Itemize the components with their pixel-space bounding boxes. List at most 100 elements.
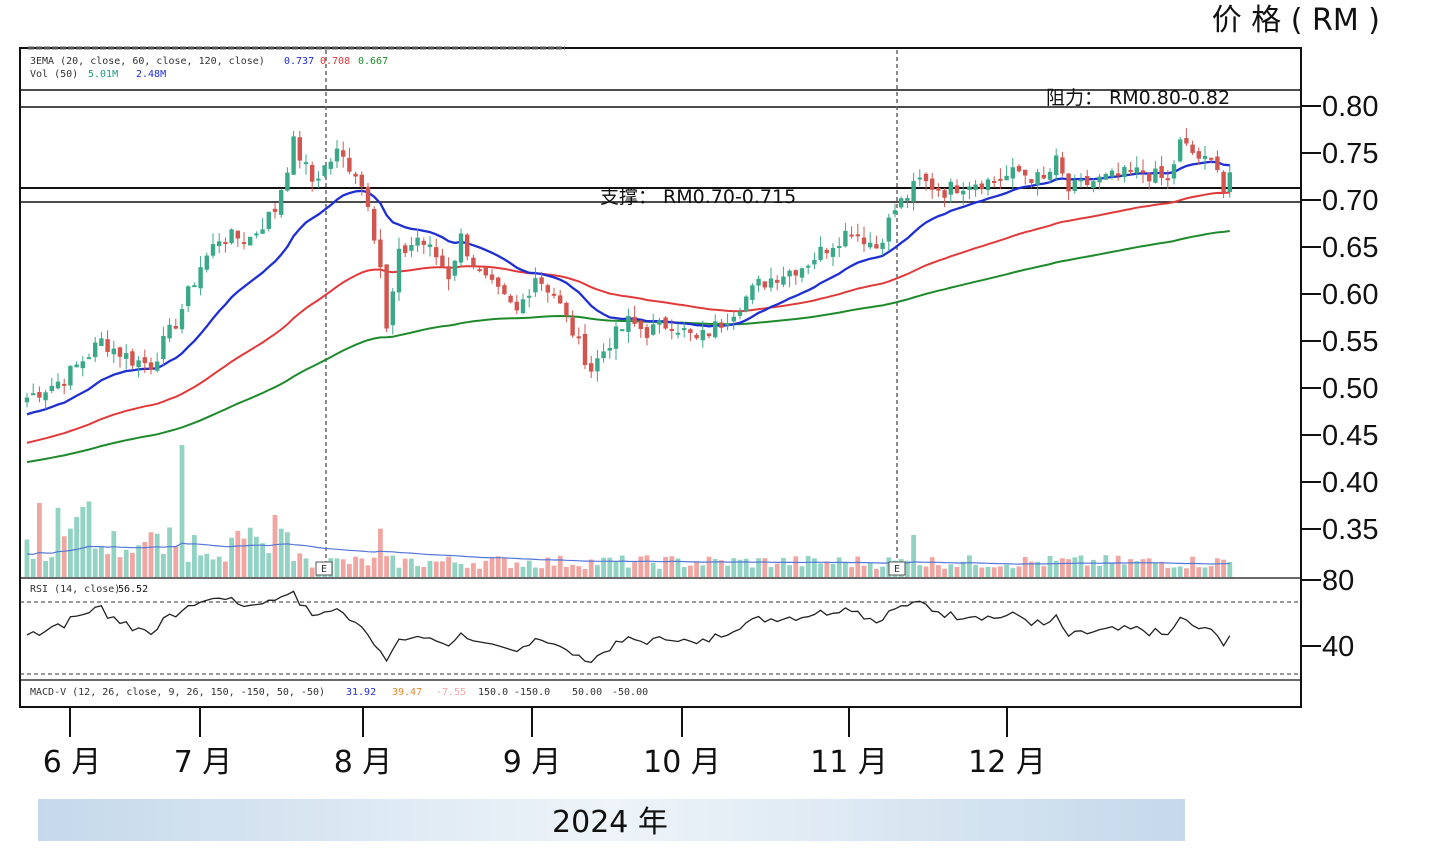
price-tick-label: 0.80 <box>1322 91 1378 123</box>
volume-bar <box>409 558 414 577</box>
volume-bar <box>272 515 278 577</box>
volume-bar <box>818 563 823 577</box>
volume-bar <box>154 533 160 577</box>
price-tick-label: 0.70 <box>1322 185 1378 217</box>
volume-bar <box>1177 566 1183 577</box>
month-tick-label: 8 月 <box>334 745 393 780</box>
volume-bar <box>390 555 396 577</box>
price-axis: 0.80 0.75 0.70 0.65 0.60 0.55 0.50 0.45 0.40 0.35 <box>1301 91 1378 546</box>
volume-bar <box>774 563 780 577</box>
volume-bar <box>781 557 786 577</box>
ema120-value: 0.667 <box>358 56 388 67</box>
volume-bar <box>229 537 234 577</box>
volume-bar <box>136 545 141 577</box>
volume-bar <box>1221 559 1226 577</box>
rsi-value: 56.52 <box>118 584 148 595</box>
volume-bar <box>198 555 203 577</box>
volume-bar <box>1165 567 1171 577</box>
volume-bar <box>991 567 997 577</box>
volume-bar <box>1066 559 1071 577</box>
volume-bar <box>1010 568 1016 577</box>
price-tick-label: 0.55 <box>1322 326 1378 358</box>
volume-bar <box>415 565 420 577</box>
volume-bar <box>192 535 197 577</box>
volume-bar <box>657 568 662 577</box>
volume-bar <box>117 557 123 577</box>
volume-bar <box>731 558 737 577</box>
volume-bar <box>452 562 458 577</box>
volume-bar <box>1103 555 1109 577</box>
volume-bar <box>595 565 600 577</box>
volume-bar <box>458 563 464 577</box>
volume-bar <box>1159 561 1164 577</box>
volume-bar <box>1016 566 1022 577</box>
price-tick-label: 0.75 <box>1322 138 1378 170</box>
volume-bar <box>514 562 520 577</box>
volume-bar <box>489 557 495 577</box>
volume-bar <box>1208 566 1214 577</box>
volume-bar <box>111 531 117 577</box>
volume-bar <box>1078 555 1084 577</box>
volume-bar <box>446 556 451 577</box>
volume-bar <box>291 560 296 577</box>
volume-bar <box>223 561 228 577</box>
volume-bar <box>365 565 371 577</box>
volume-bar <box>502 557 507 577</box>
volume-bar <box>340 559 346 577</box>
volume-bar <box>297 553 303 577</box>
volume-bar <box>874 568 879 577</box>
month-tick-label: 11 月 <box>810 745 888 780</box>
candle <box>620 329 625 332</box>
volume-bar <box>830 563 836 577</box>
price-tick-label: 0.45 <box>1322 420 1378 452</box>
macd-mid-upper-level: 50.00 <box>572 687 602 698</box>
volume-bar <box>24 539 30 577</box>
volume-bar <box>929 557 935 577</box>
volume-bar <box>867 562 873 577</box>
volume-bar <box>669 556 675 577</box>
price-chart: 价 格 ( RM ) 3EMA (20, close, 60, close, 1… <box>19 3 1380 841</box>
volume-bar <box>545 557 551 577</box>
volume-bar <box>911 535 916 577</box>
price-tick-label: 0.60 <box>1322 279 1378 311</box>
month-axis: 6 月 7 月 8 月 9 月 10 月 11 月 12 月 <box>43 707 1046 780</box>
volume-bar <box>1140 559 1146 577</box>
volume-bar <box>204 553 210 577</box>
volume-bar <box>1109 562 1115 577</box>
candle <box>229 228 234 245</box>
volume-bar <box>92 548 98 577</box>
volume-bar <box>61 536 67 577</box>
vol-value: 5.01M <box>88 69 118 80</box>
volume-bar <box>384 556 389 577</box>
candle <box>384 264 389 333</box>
rsi-axis: 80 40 <box>1301 565 1354 663</box>
volume-bar <box>626 567 631 577</box>
volume-bar <box>644 555 650 577</box>
candle <box>744 295 749 313</box>
volume-bar <box>998 566 1003 577</box>
volume-bar <box>86 501 92 577</box>
volume-bar <box>551 565 557 577</box>
volume-bar <box>495 556 501 577</box>
y-axis-title: 价 格 ( RM ) <box>1212 3 1380 38</box>
volume-bar <box>285 532 290 577</box>
volume-bar <box>694 561 699 577</box>
volume-bar <box>979 567 985 577</box>
volume-bar <box>402 558 408 577</box>
volume-bar <box>477 568 482 577</box>
volume-bar <box>37 502 42 577</box>
volume-bar <box>1184 568 1189 577</box>
candle <box>279 188 284 218</box>
volume-bar <box>985 566 991 577</box>
volume-bar <box>167 527 172 577</box>
volume-bar <box>49 557 55 577</box>
volume-bar <box>557 555 563 577</box>
volume-bar <box>787 565 792 577</box>
vol-ma-value: 2.48M <box>136 69 166 80</box>
volume-bar <box>1091 559 1096 577</box>
volume-bar <box>1115 555 1121 577</box>
volume-bar <box>508 568 513 577</box>
volume-bar <box>235 530 241 577</box>
volume-bar <box>520 566 526 577</box>
ema-legend-label: 3EMA (20, close, 60, close, 120, close) <box>30 56 265 67</box>
